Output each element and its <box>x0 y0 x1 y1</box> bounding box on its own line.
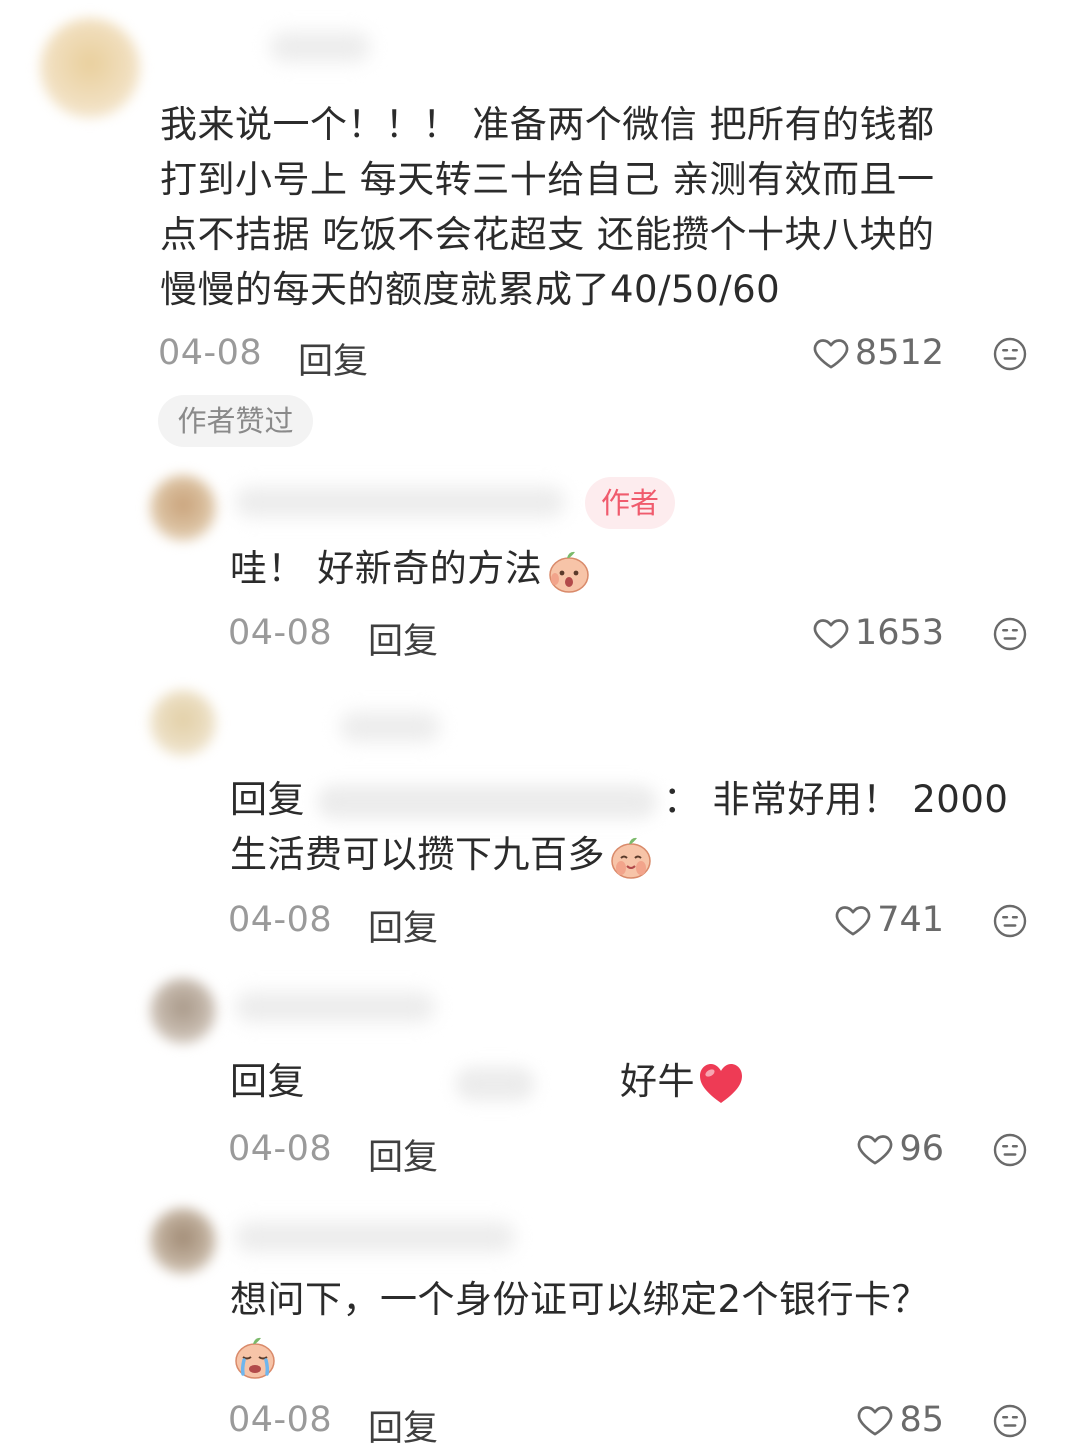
mentioned-username[interactable] <box>455 1066 535 1101</box>
reply-button[interactable]: 回复 <box>368 613 438 664</box>
like-button[interactable]: 85 <box>855 1400 944 1440</box>
dislike-face-icon[interactable] <box>992 1403 1028 1439</box>
author-liked-badge: 作者赞过 <box>158 395 313 447</box>
reply-button[interactable]: 回复 <box>368 1400 438 1451</box>
comment-text: 我来说一个！！！ 准备两个微信 把所有的钱都 打到小号上 每天转三十给自己 亲测… <box>160 103 935 311</box>
comment-date: 04-08 <box>228 900 333 940</box>
comment-date: 04-08 <box>228 613 333 653</box>
reply-button[interactable]: 回复 <box>368 1129 438 1180</box>
comment-text: 回复 好牛 <box>230 1054 1040 1109</box>
like-button[interactable]: 1653 <box>811 613 944 653</box>
reply-button[interactable]: 回复 <box>298 333 368 384</box>
avatar[interactable] <box>40 18 140 118</box>
username[interactable] <box>340 712 440 742</box>
reply-button[interactable]: 回复 <box>368 900 438 951</box>
username[interactable] <box>270 32 370 62</box>
mentioned-username[interactable] <box>317 784 657 819</box>
username[interactable] <box>235 1222 515 1252</box>
heart-icon <box>858 1135 893 1165</box>
username[interactable] <box>235 487 565 517</box>
comment-date: 04-08 <box>228 1400 333 1440</box>
comment-text: 回复：非常好用！ 2000 生活费可以攒下九百多 <box>230 772 1040 882</box>
red-heart-emoji <box>700 1063 742 1103</box>
crying-peach-emoji <box>235 1337 275 1379</box>
like-button[interactable]: 741 <box>833 900 944 940</box>
avatar[interactable] <box>150 475 216 541</box>
avatar[interactable] <box>150 978 216 1044</box>
dislike-face-icon[interactable] <box>992 903 1028 939</box>
reply-prefix: 回复 <box>230 778 305 821</box>
like-button[interactable]: 96 <box>855 1129 944 1169</box>
dislike-face-icon[interactable] <box>992 336 1028 372</box>
shy-peach-emoji <box>611 837 651 879</box>
avatar[interactable] <box>150 690 216 756</box>
comment-date: 04-08 <box>158 333 263 373</box>
username[interactable] <box>235 992 435 1022</box>
comment-date: 04-08 <box>228 1129 333 1169</box>
heart-icon <box>813 339 849 369</box>
heart-icon <box>813 619 849 649</box>
avatar[interactable] <box>150 1208 216 1274</box>
heart-icon <box>858 1406 893 1436</box>
dislike-face-icon[interactable] <box>992 616 1028 652</box>
like-count: 8512 <box>854 333 944 373</box>
like-count: 1653 <box>854 613 944 653</box>
comment-text: 哇！ 好新奇的方法 <box>230 541 1030 596</box>
like-count: 85 <box>899 1400 944 1440</box>
like-count: 96 <box>899 1129 944 1169</box>
reply-prefix: 回复 <box>230 1060 305 1103</box>
like-button[interactable]: 8512 <box>811 333 944 373</box>
surprised-peach-emoji <box>549 551 590 593</box>
comment-text: 想问下，一个身份证可以绑定2个银行卡？ <box>230 1272 1040 1382</box>
heart-icon <box>835 906 871 936</box>
dislike-face-icon[interactable] <box>992 1132 1028 1168</box>
author-badge: 作者 <box>585 477 675 529</box>
like-count: 741 <box>877 900 944 940</box>
